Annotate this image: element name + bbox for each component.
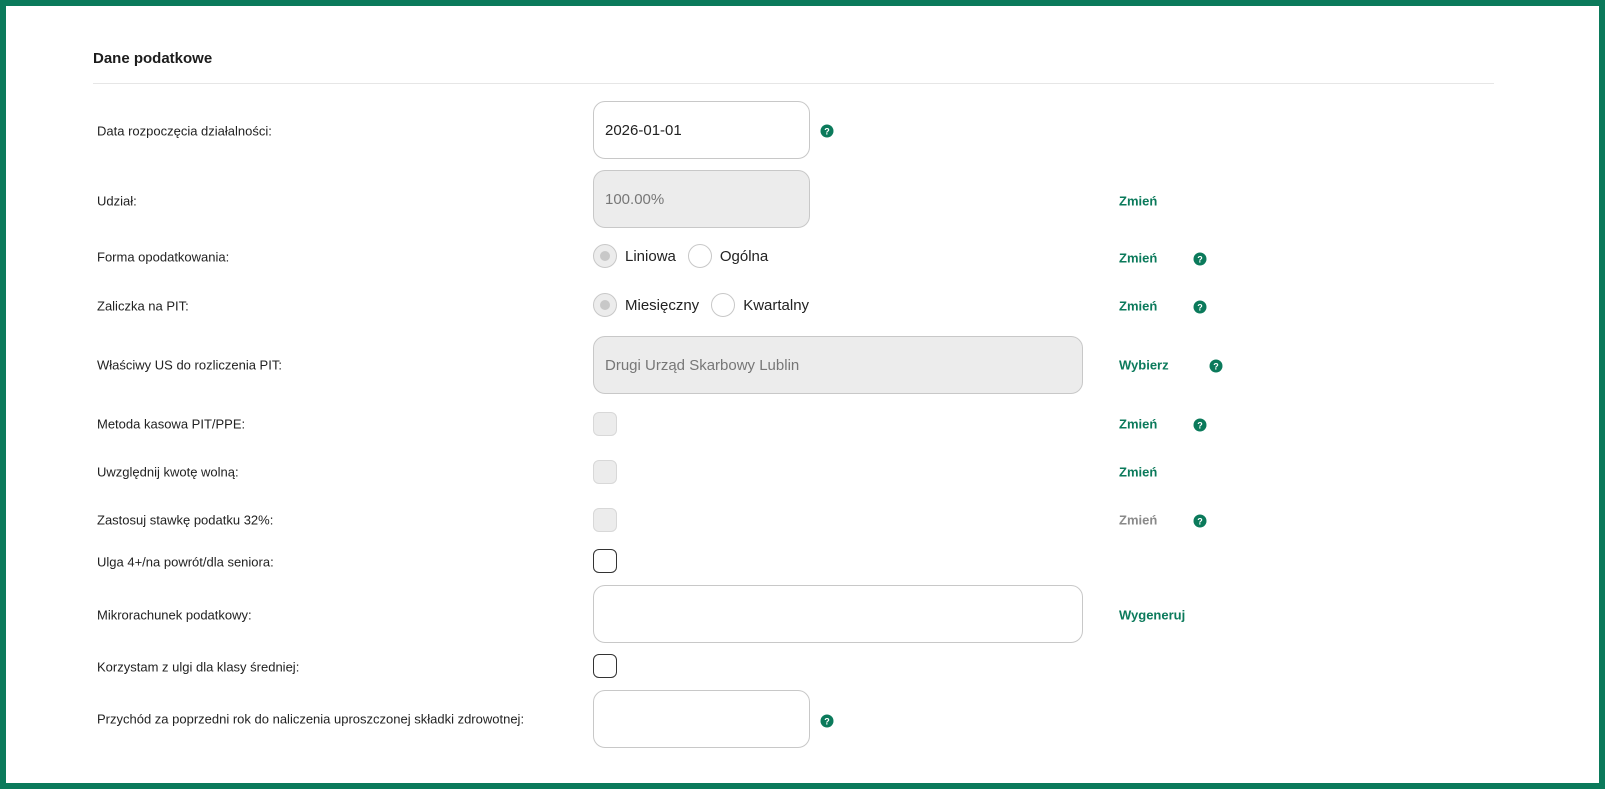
pit-advance-radio-monthly[interactable]	[593, 293, 617, 317]
tax-form-label: Forma opodatkowania:	[97, 249, 230, 265]
pit-advance-option-label: Miesięczny	[625, 296, 700, 314]
tax-form-radio-liniowa[interactable]	[593, 244, 617, 268]
start-date-input[interactable]	[593, 101, 810, 159]
cash-method-label: Metoda kasowa PIT/PPE:	[97, 416, 246, 432]
tax-free-checkbox	[593, 460, 617, 484]
tax-free-label: Uwzględnij kwotę wolną:	[97, 464, 239, 480]
start-date-help-icon[interactable]: ?	[820, 124, 834, 138]
middle-class-label: Korzystam z ulgi dla klasy średniej:	[97, 659, 300, 675]
tax-office-select-link[interactable]: Wybierz	[1119, 358, 1169, 373]
cash-method-checkbox	[593, 412, 617, 436]
tax-free-change-link[interactable]: Zmień	[1119, 465, 1157, 480]
prev-income-label: Przychód za poprzedni rok do naliczenia …	[97, 711, 525, 727]
share-label: Udział:	[97, 193, 137, 209]
rate-32-checkbox	[593, 508, 617, 532]
rate-32-help-icon[interactable]: ?	[1193, 514, 1207, 528]
rate-32-change-link: Zmień	[1119, 512, 1158, 528]
tax-office-input	[593, 336, 1083, 394]
prev-income-input[interactable]	[593, 690, 810, 748]
cash-method-help-icon[interactable]: ?	[1193, 418, 1207, 432]
micro-account-generate-link[interactable]: Wygeneruj	[1119, 608, 1185, 623]
middle-class-checkbox[interactable]	[593, 654, 617, 678]
tax-form-option-label: Ogólna	[719, 247, 769, 265]
tax-office-help-icon[interactable]: ?	[1209, 359, 1223, 373]
pit-advance-radio-group: Miesięczny Kwartalny	[593, 293, 821, 317]
relief-label: Ulga 4+/na powrót/dla seniora:	[97, 554, 274, 570]
pit-advance-label: Zaliczka na PIT:	[97, 298, 189, 314]
cash-method-change-link[interactable]: Zmień	[1119, 417, 1157, 432]
micro-account-input[interactable]	[593, 585, 1083, 643]
pit-advance-change-link[interactable]: Zmień	[1119, 299, 1157, 314]
share-change-link[interactable]: Zmień	[1119, 194, 1157, 209]
micro-account-label: Mikrorachunek podatkowy:	[97, 607, 252, 623]
relief-checkbox[interactable]	[593, 549, 617, 573]
pit-advance-radio-quarterly[interactable]	[711, 293, 736, 317]
start-date-label: Data rozpoczęcia działalności:	[97, 123, 272, 139]
tax-form-option-label: Liniowa	[625, 247, 676, 265]
tax-form-help-icon[interactable]: ?	[1193, 252, 1207, 266]
divider	[93, 83, 1494, 84]
tax-form-radio-ogolna[interactable]	[687, 244, 712, 268]
rate-32-label: Zastosuj stawkę podatku 32%:	[97, 512, 274, 528]
tax-data-panel: Dane podatkowe Data rozpoczęcia działaln…	[0, 0, 1605, 789]
section-title: Dane podatkowe	[93, 50, 213, 67]
tax-form-change-link[interactable]: Zmień	[1119, 251, 1157, 266]
pit-advance-option-label: Kwartalny	[743, 296, 810, 314]
pit-advance-help-icon[interactable]: ?	[1193, 300, 1207, 314]
tax-form-radio-group: Liniowa Ogólna	[593, 244, 780, 268]
tax-office-label: Właściwy US do rozliczenia PIT:	[97, 357, 282, 373]
prev-income-help-icon[interactable]: ?	[820, 714, 834, 728]
share-input	[593, 170, 810, 228]
